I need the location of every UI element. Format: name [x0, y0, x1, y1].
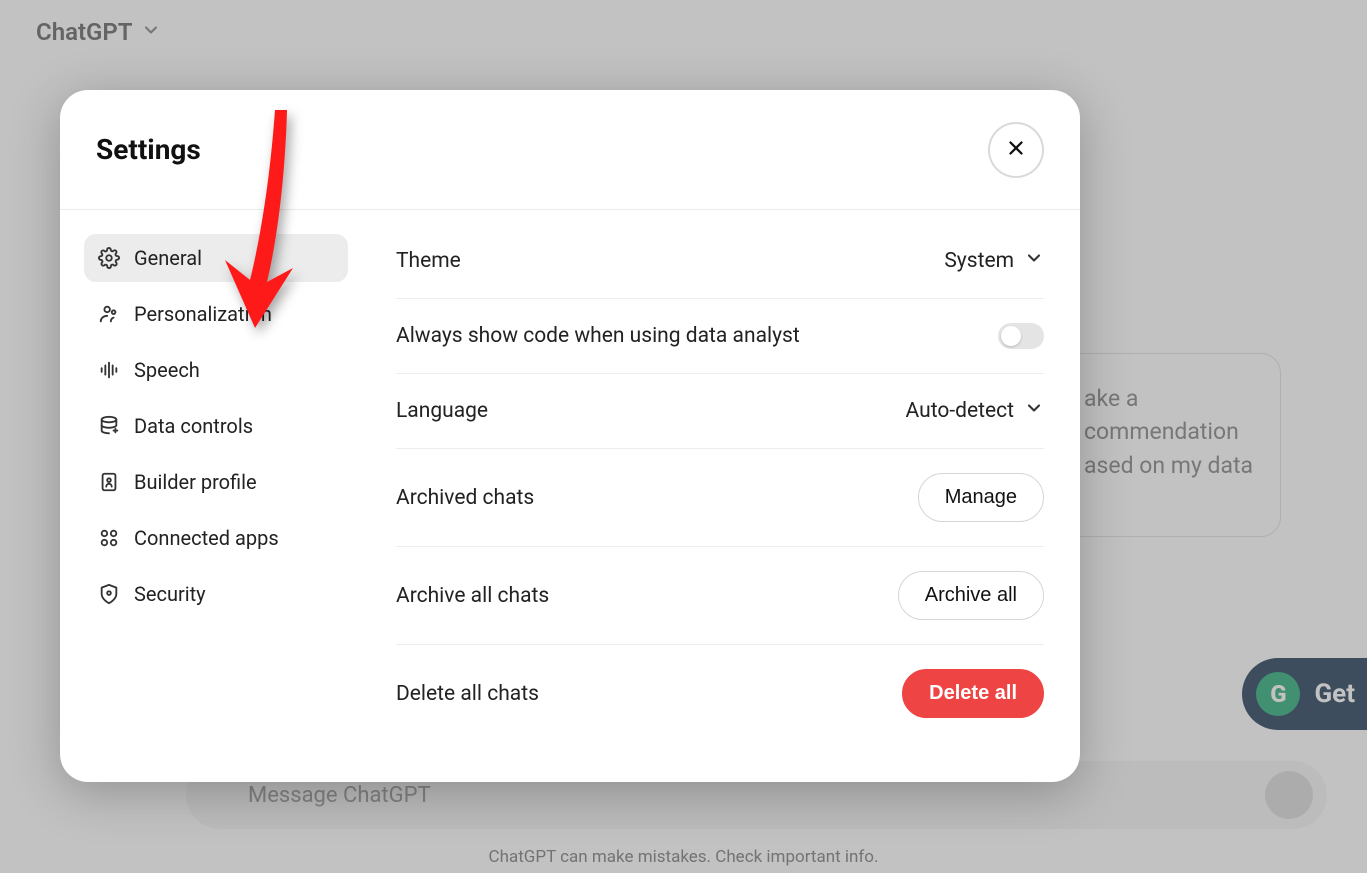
setting-label: Delete all chats — [396, 682, 539, 706]
waveform-icon — [98, 359, 120, 381]
modal-header: Settings — [60, 90, 1080, 210]
settings-sidebar: General Personalization Speech Data cont… — [60, 210, 360, 782]
setting-label: Archive all chats — [396, 584, 549, 608]
sidebar-item-data-controls[interactable]: Data controls — [84, 402, 348, 450]
grammarly-pill[interactable]: G Get — [1242, 658, 1367, 730]
suggestion-card[interactable]: ake a commendation ased on my data — [1061, 353, 1281, 537]
manage-archived-button[interactable]: Manage — [918, 473, 1044, 522]
setting-label: Archived chats — [396, 486, 534, 510]
archive-all-button[interactable]: Archive all — [898, 571, 1044, 620]
settings-content: Theme System Always show code when using… — [360, 210, 1080, 782]
chevron-down-icon — [1024, 248, 1044, 274]
disclaimer-text: ChatGPT can make mistakes. Check importa… — [0, 847, 1367, 867]
sidebar-item-general[interactable]: General — [84, 234, 348, 282]
send-button[interactable] — [1265, 771, 1313, 819]
gear-icon — [98, 247, 120, 269]
setting-label: Theme — [396, 249, 461, 273]
setting-label: Language — [396, 399, 488, 423]
composer-placeholder: Message ChatGPT — [248, 783, 1265, 808]
shield-icon — [98, 583, 120, 605]
app-name: ChatGPT — [36, 18, 133, 46]
settings-modal: Settings General Personalization — [60, 90, 1080, 782]
select-value: Auto-detect — [906, 399, 1014, 423]
setting-label: Always show code when using data analyst — [396, 324, 800, 348]
sidebar-item-label: Connected apps — [134, 526, 279, 550]
sidebar-item-label: Security — [134, 582, 206, 606]
select-value: System — [944, 249, 1014, 273]
sidebar-item-label: Personalization — [134, 302, 272, 326]
sidebar-item-personalization[interactable]: Personalization — [84, 290, 348, 338]
person-icon — [98, 303, 120, 325]
language-select[interactable]: Auto-detect — [906, 398, 1044, 424]
chevron-down-icon — [1024, 398, 1044, 424]
sidebar-item-label: Data controls — [134, 414, 253, 438]
close-icon — [1005, 137, 1027, 163]
close-button[interactable] — [988, 122, 1044, 178]
grammarly-label: Get — [1314, 679, 1355, 709]
sidebar-item-builder-profile[interactable]: Builder profile — [84, 458, 348, 506]
chevron-down-icon — [141, 18, 161, 46]
sidebar-item-label: Speech — [134, 358, 200, 382]
modal-body: General Personalization Speech Data cont… — [60, 210, 1080, 782]
sidebar-item-security[interactable]: Security — [84, 570, 348, 618]
setting-show-code: Always show code when using data analyst — [396, 299, 1044, 374]
suggestion-text: ake a commendation ased on my data — [1084, 382, 1258, 482]
setting-archive-all: Archive all chats Archive all — [396, 547, 1044, 645]
id-card-icon — [98, 471, 120, 493]
apps-grid-icon — [98, 527, 120, 549]
theme-select[interactable]: System — [944, 248, 1044, 274]
sidebar-item-connected-apps[interactable]: Connected apps — [84, 514, 348, 562]
sidebar-item-label: Builder profile — [134, 470, 257, 494]
setting-language: Language Auto-detect — [396, 374, 1044, 449]
grammarly-icon: G — [1256, 672, 1300, 716]
setting-delete-all: Delete all chats Delete all — [396, 645, 1044, 742]
sidebar-item-label: General — [134, 246, 202, 270]
setting-archived-chats: Archived chats Manage — [396, 449, 1044, 547]
setting-theme: Theme System — [396, 240, 1044, 299]
sidebar-item-speech[interactable]: Speech — [84, 346, 348, 394]
show-code-toggle[interactable] — [998, 323, 1044, 349]
modal-title: Settings — [96, 133, 201, 166]
delete-all-button[interactable]: Delete all — [902, 669, 1044, 718]
model-switcher[interactable]: ChatGPT — [36, 18, 161, 46]
database-icon — [98, 415, 120, 437]
